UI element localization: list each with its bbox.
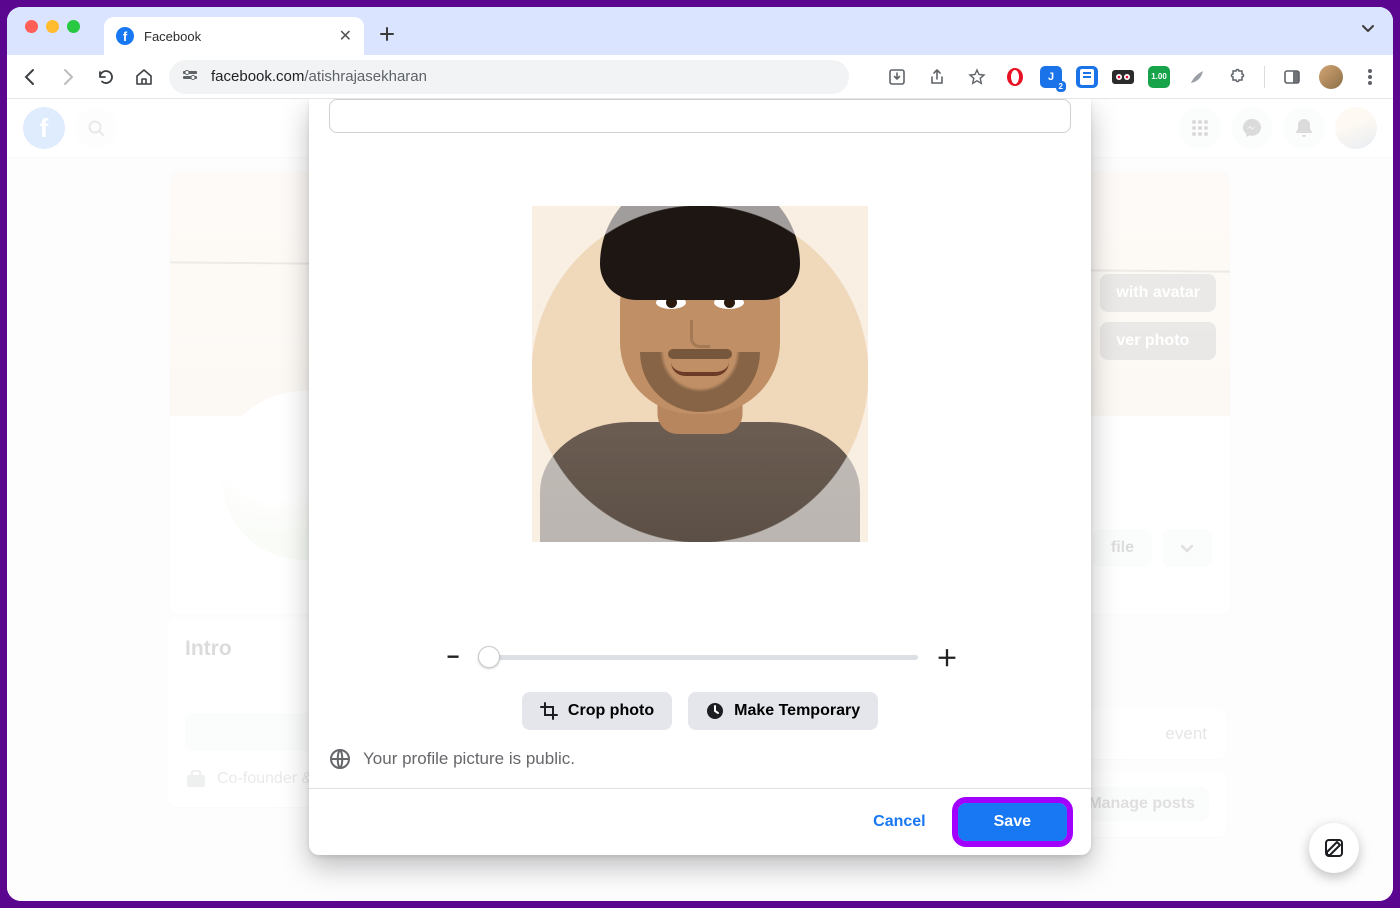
- extension-doc-icon[interactable]: [1076, 66, 1098, 88]
- photo-preview: [532, 206, 868, 542]
- compose-fab[interactable]: [1309, 823, 1359, 873]
- forward-button[interactable]: [55, 64, 81, 90]
- globe-icon: [329, 748, 351, 770]
- zoom-slider-knob[interactable]: [478, 646, 500, 668]
- create-with-avatar-button[interactable]: with avatar: [1100, 274, 1216, 312]
- extension-feather-icon[interactable]: [1184, 64, 1210, 90]
- extension-opera-icon[interactable]: [1004, 66, 1026, 88]
- zoom-slider-row: − ＋: [309, 644, 1091, 670]
- extension-j-icon[interactable]: J2: [1040, 66, 1062, 88]
- extension-green-icon[interactable]: 1.00: [1148, 66, 1170, 88]
- site-settings-icon[interactable]: [183, 70, 201, 84]
- toolbar-right: J2 1.00: [884, 64, 1383, 90]
- cancel-button[interactable]: Cancel: [859, 803, 939, 841]
- bookmark-star-icon[interactable]: [964, 64, 990, 90]
- browser-toolbar: facebook.com/atishrajasekharan J2 1.00: [7, 55, 1393, 99]
- tab-title: Facebook: [144, 29, 201, 44]
- tab-close-button[interactable]: ✕: [339, 26, 352, 46]
- life-event-suffix: event: [1165, 724, 1207, 744]
- tab-overflow-button[interactable]: [1353, 13, 1383, 43]
- window-minimize-button[interactable]: [46, 20, 59, 33]
- toolbar-divider: [1264, 66, 1265, 88]
- crop-photo-button[interactable]: Crop photo: [522, 692, 672, 730]
- zoom-slider[interactable]: [482, 655, 918, 660]
- pencil-icon: [1323, 837, 1345, 859]
- extension-j-badge: 2: [1056, 81, 1066, 92]
- url-text: facebook.com/atishrajasekharan: [211, 68, 427, 85]
- crop-icon: [540, 702, 558, 720]
- browser-menu-icon[interactable]: [1357, 64, 1383, 90]
- back-button[interactable]: [17, 64, 43, 90]
- side-panel-icon[interactable]: [1279, 64, 1305, 90]
- fb-account-avatar[interactable]: [1335, 107, 1377, 149]
- zoom-out-button[interactable]: −: [440, 644, 466, 670]
- clock-icon: [706, 702, 724, 720]
- fb-notifications-icon[interactable]: [1283, 107, 1325, 149]
- address-bar[interactable]: facebook.com/atishrajasekharan: [169, 60, 849, 94]
- zoom-in-button[interactable]: ＋: [934, 644, 960, 670]
- modal-footer: Cancel Save: [309, 788, 1091, 855]
- edit-profile-button[interactable]: file: [1093, 529, 1152, 567]
- privacy-text: Your profile picture is public.: [363, 749, 575, 769]
- save-button[interactable]: Save: [958, 803, 1067, 841]
- browser-profile-avatar[interactable]: [1319, 65, 1343, 89]
- extension-eyes-icon[interactable]: [1112, 66, 1134, 88]
- fb-messenger-icon[interactable]: [1231, 107, 1273, 149]
- fb-menu-grid-icon[interactable]: [1179, 107, 1221, 149]
- edit-cover-photo-button[interactable]: ver photo: [1100, 322, 1216, 360]
- window-close-button[interactable]: [25, 20, 38, 33]
- profile-more-caret[interactable]: [1162, 529, 1212, 567]
- share-icon[interactable]: [924, 64, 950, 90]
- update-profile-picture-modal: − ＋ Crop photo Make Temporary: [309, 99, 1091, 855]
- install-app-icon[interactable]: [884, 64, 910, 90]
- window-traffic-lights: [25, 20, 80, 33]
- make-temporary-button[interactable]: Make Temporary: [688, 692, 878, 730]
- save-button-highlight: Save: [958, 803, 1067, 841]
- privacy-row: Your profile picture is public.: [309, 748, 1091, 788]
- description-input[interactable]: [329, 99, 1071, 133]
- home-button[interactable]: [131, 64, 157, 90]
- fb-search-button[interactable]: [75, 107, 117, 149]
- tab-strip: f Facebook ✕: [7, 7, 1393, 55]
- window-maximize-button[interactable]: [67, 20, 80, 33]
- extensions-puzzle-icon[interactable]: [1224, 64, 1250, 90]
- tab-facebook[interactable]: f Facebook ✕: [104, 17, 364, 55]
- facebook-favicon: f: [116, 27, 134, 45]
- photo-preview-area[interactable]: [309, 133, 1091, 614]
- reload-button[interactable]: [93, 64, 119, 90]
- fb-logo[interactable]: f: [23, 107, 65, 149]
- new-tab-button[interactable]: [372, 19, 402, 49]
- extension-green-badge: 1.00: [1151, 72, 1167, 81]
- briefcase-icon: [185, 769, 207, 789]
